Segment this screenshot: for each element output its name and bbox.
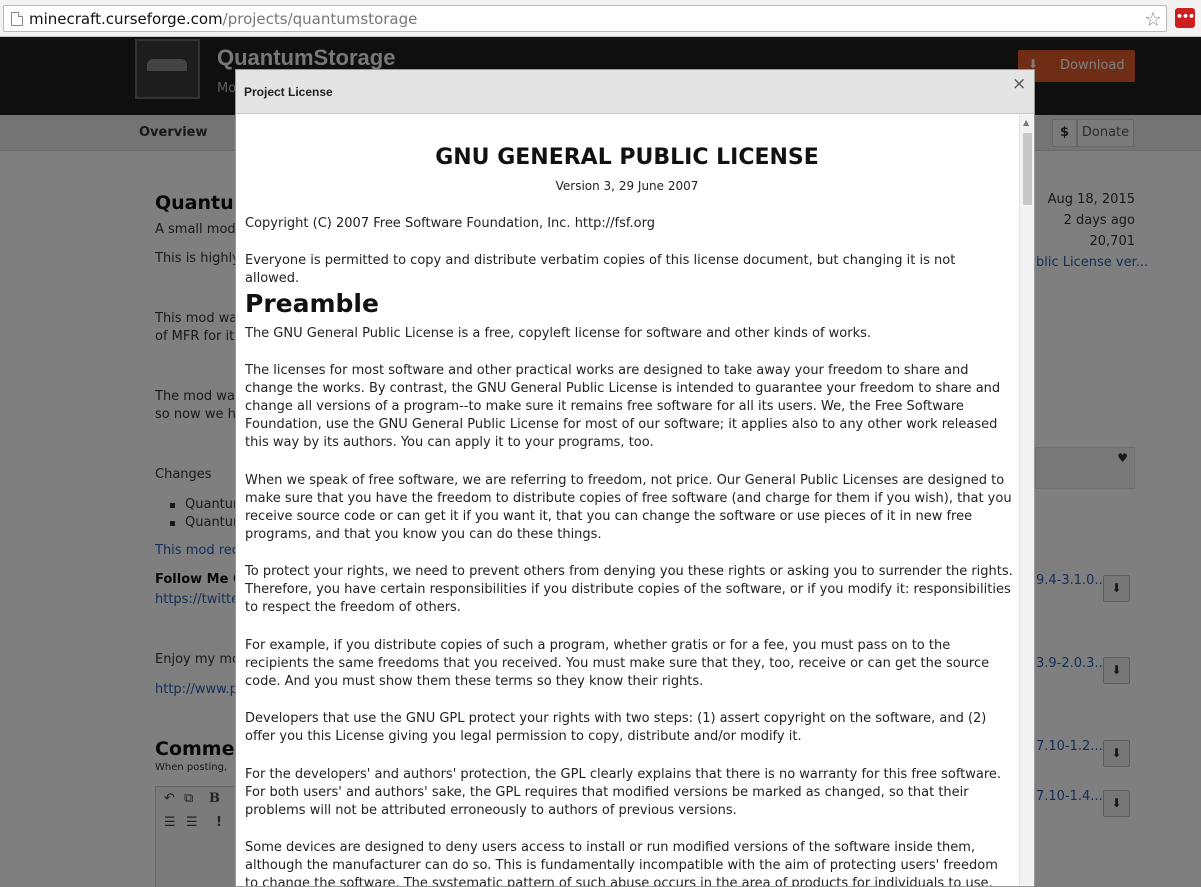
- license-paragraph: Developers that use the GNU GPL protect …: [245, 711, 987, 744]
- scroll-thumb[interactable]: [1023, 133, 1032, 205]
- star-icon[interactable]: ☆: [1144, 7, 1162, 31]
- license-paragraph: The licenses for most software and other…: [245, 363, 1001, 450]
- license-paragraph: For the developers' and authors' protect…: [245, 767, 1002, 818]
- extension-icon[interactable]: •••: [1175, 8, 1195, 28]
- license-permission: Everyone is permitted to copy and distri…: [245, 253, 956, 286]
- url-path: /projects/quantumstorage: [222, 10, 418, 28]
- modal-title: Project License: [244, 85, 333, 99]
- modal-scrollbar[interactable]: ▲: [1019, 115, 1034, 886]
- license-copyright: Copyright (C) 2007 Free Software Foundat…: [245, 216, 655, 231]
- license-version: Version 3, 29 June 2007: [555, 179, 699, 193]
- license-paragraph: When we speak of free software, we are r…: [245, 473, 1012, 542]
- license-modal: Project License × GNU GENERAL PUBLIC LIC…: [235, 69, 1035, 887]
- close-icon[interactable]: ×: [1012, 74, 1026, 94]
- url-host: minecraft.curseforge.com: [29, 10, 223, 28]
- preamble-heading: Preamble: [245, 289, 379, 318]
- license-paragraph: For example, if you distribute copies of…: [245, 638, 990, 689]
- page-icon: [11, 12, 23, 26]
- scroll-up-icon[interactable]: ▲: [1023, 118, 1029, 127]
- address-bar[interactable]: minecraft.curseforge.com/projects/quantu…: [3, 5, 1167, 32]
- license-title: GNU GENERAL PUBLIC LICENSE: [435, 145, 819, 170]
- license-paragraph: Some devices are designed to deny users …: [245, 840, 998, 887]
- license-paragraph: To protect your rights, we need to preve…: [245, 564, 1013, 615]
- browser-toolbar: minecraft.curseforge.com/projects/quantu…: [0, 0, 1201, 37]
- license-paragraph: The GNU General Public License is a free…: [245, 326, 872, 341]
- license-content[interactable]: GNU GENERAL PUBLIC LICENSE Version 3, 29…: [236, 115, 1018, 887]
- modal-header: Project License ×: [236, 70, 1034, 114]
- address-url[interactable]: minecraft.curseforge.com/projects/quantu…: [29, 10, 417, 28]
